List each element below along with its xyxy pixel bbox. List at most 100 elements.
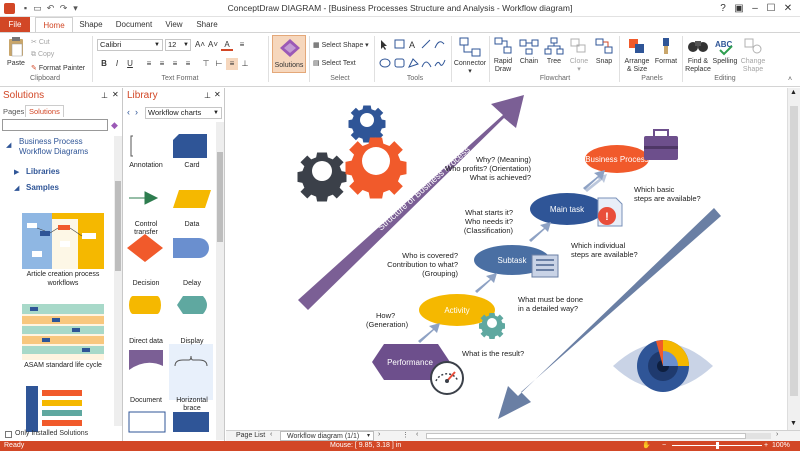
canvas-hscroll-track[interactable]: [426, 433, 771, 439]
bold-button[interactable]: B: [98, 58, 110, 70]
canvas-vertical-scrollbar[interactable]: ▲ ▼: [787, 88, 800, 430]
shape-display[interactable]: [177, 296, 207, 314]
copy-button[interactable]: ⧉ Copy: [31, 51, 54, 59]
tab-document[interactable]: Document: [112, 17, 156, 32]
spelling-button[interactable]: ABC Spelling: [712, 36, 738, 74]
text-tool-icon[interactable]: A: [409, 40, 415, 50]
libraries-item[interactable]: Libraries: [26, 167, 60, 176]
tab-solutions[interactable]: Solutions: [25, 105, 64, 117]
only-installed-checkbox[interactable]: [5, 431, 12, 438]
pointer-icon[interactable]: [381, 40, 387, 50]
paste-button[interactable]: Paste: [4, 36, 28, 72]
shape-decision[interactable]: [127, 234, 163, 262]
page-more-icon[interactable]: ⋮: [402, 431, 409, 439]
polygon-tool-icon[interactable]: [408, 58, 419, 68]
library-select[interactable]: Workflow charts ▼: [145, 107, 222, 119]
solutions-filter-icon[interactable]: ◆: [111, 120, 121, 130]
select-text-button[interactable]: ▤ Select Text: [313, 59, 356, 67]
zoom-level[interactable]: 100%: [772, 441, 790, 451]
page-next-icon[interactable]: ›: [378, 431, 380, 438]
clone-button[interactable]: Clone ▾: [567, 36, 591, 74]
samples-expand-icon[interactable]: ◢: [14, 184, 19, 192]
connector-button[interactable]: Connector ▾: [453, 36, 487, 75]
libraries-expand-icon[interactable]: ▶: [14, 168, 19, 176]
arc-tool-icon[interactable]: [421, 61, 432, 68]
canvas-hscroll-thumb[interactable]: [426, 433, 746, 439]
format-painter-button[interactable]: ✎ Format Painter: [31, 64, 85, 72]
scroll-down-icon[interactable]: ▼: [790, 420, 797, 427]
zoom-out-icon[interactable]: −: [662, 441, 666, 451]
ellipse-tool-icon[interactable]: [379, 58, 391, 68]
solutions-scroll-thumb[interactable]: [115, 181, 121, 271]
rapid-draw-button[interactable]: Rapid Draw: [491, 36, 515, 74]
snap-button[interactable]: Snap: [593, 36, 615, 74]
tree-title-1[interactable]: Business Process: [19, 137, 83, 146]
align-right-icon[interactable]: ≡: [169, 58, 181, 70]
zoom-slider[interactable]: [672, 442, 762, 449]
zoom-in-icon[interactable]: +: [764, 441, 768, 451]
tab-file[interactable]: File: [0, 17, 30, 32]
text-style-icon[interactable]: ≡: [236, 39, 248, 51]
rectangle-tool-icon[interactable]: [394, 39, 405, 49]
align-left-icon[interactable]: ≡: [143, 58, 155, 70]
page-list-button[interactable]: Page List: [236, 432, 265, 439]
tree-button[interactable]: Tree: [543, 36, 565, 74]
underline-button[interactable]: U: [124, 58, 136, 70]
shape-annotation[interactable]: [130, 135, 133, 157]
minimize-button[interactable]: –: [748, 2, 762, 15]
align-top-icon[interactable]: ⊤: [200, 58, 212, 70]
tab-shape[interactable]: Shape: [75, 17, 107, 32]
ribbon-options-icon[interactable]: ▣: [732, 2, 746, 15]
arrange-size-button[interactable]: Arrange & Size: [622, 36, 652, 74]
hand-tool-icon[interactable]: ✋: [642, 441, 651, 451]
shape-horizontal-brace-bg[interactable]: [169, 344, 213, 400]
shape-control-transfer[interactable]: [129, 191, 159, 205]
panel-close-icon[interactable]: ✕: [214, 90, 221, 99]
format-button[interactable]: Format: [653, 36, 679, 74]
pin-icon[interactable]: ⊥: [204, 91, 211, 100]
maximize-button[interactable]: ☐: [764, 2, 778, 15]
chain-button[interactable]: Chain: [517, 36, 541, 74]
shape-delay[interactable]: [173, 238, 209, 258]
canvas-vscroll-thumb[interactable]: [790, 106, 798, 396]
shape-partial-1[interactable]: [128, 411, 166, 433]
tab-share[interactable]: Share: [192, 17, 222, 32]
sample-thumbnail-article[interactable]: [22, 213, 104, 269]
solutions-scrollbar[interactable]: [114, 136, 122, 426]
library-back-icon[interactable]: ‹: [127, 107, 130, 117]
align-middle-icon[interactable]: ⊢: [213, 58, 225, 70]
tab-pages[interactable]: Pages: [3, 107, 24, 116]
align-middle-active-icon[interactable]: ≡: [226, 58, 238, 70]
font-color-icon[interactable]: A: [221, 39, 233, 51]
shape-data[interactable]: [173, 190, 211, 208]
library-scrollbar[interactable]: [216, 122, 224, 440]
change-shape-button[interactable]: Change Shape: [739, 36, 767, 74]
scroll-up-icon[interactable]: ▲: [790, 89, 797, 96]
solutions-search-input[interactable]: [2, 119, 108, 131]
shape-card[interactable]: [173, 134, 207, 158]
hscroll-left-icon[interactable]: ‹: [416, 431, 418, 438]
pin-icon[interactable]: ⊥: [101, 91, 108, 100]
shape-direct-data[interactable]: [129, 296, 161, 314]
cut-button[interactable]: ✂ Cut: [31, 38, 50, 46]
page-prev-icon[interactable]: ‹: [270, 431, 272, 438]
tree-arrow-icon[interactable]: ◢: [6, 141, 11, 149]
zoom-slider-thumb[interactable]: [716, 442, 719, 449]
sample-thumbnail-asam[interactable]: [22, 304, 104, 360]
hscroll-right-icon[interactable]: ›: [776, 431, 778, 438]
solutions-button[interactable]: Solutions: [272, 35, 306, 73]
sample-thumbnail-third[interactable]: [22, 386, 104, 432]
library-forward-icon[interactable]: ›: [135, 107, 138, 117]
tree-title-2[interactable]: Workflow Diagrams: [19, 147, 88, 156]
align-bottom-icon[interactable]: ⊥: [239, 58, 251, 70]
freehand-tool-icon[interactable]: [434, 59, 446, 67]
align-center-icon[interactable]: ≡: [156, 58, 168, 70]
page-tab-current[interactable]: Workflow diagram (1/1) ▾: [280, 431, 374, 441]
font-family-select[interactable]: Calibri ▼: [97, 39, 163, 51]
tab-view[interactable]: View: [160, 17, 188, 32]
grow-font-icon[interactable]: A˄: [194, 39, 206, 51]
find-replace-button[interactable]: Find & Replace: [684, 36, 712, 74]
select-shape-button[interactable]: ▦ Select Shape ▾: [313, 41, 369, 49]
curve-tool-icon[interactable]: [434, 41, 445, 49]
help-icon[interactable]: ?: [716, 2, 730, 15]
